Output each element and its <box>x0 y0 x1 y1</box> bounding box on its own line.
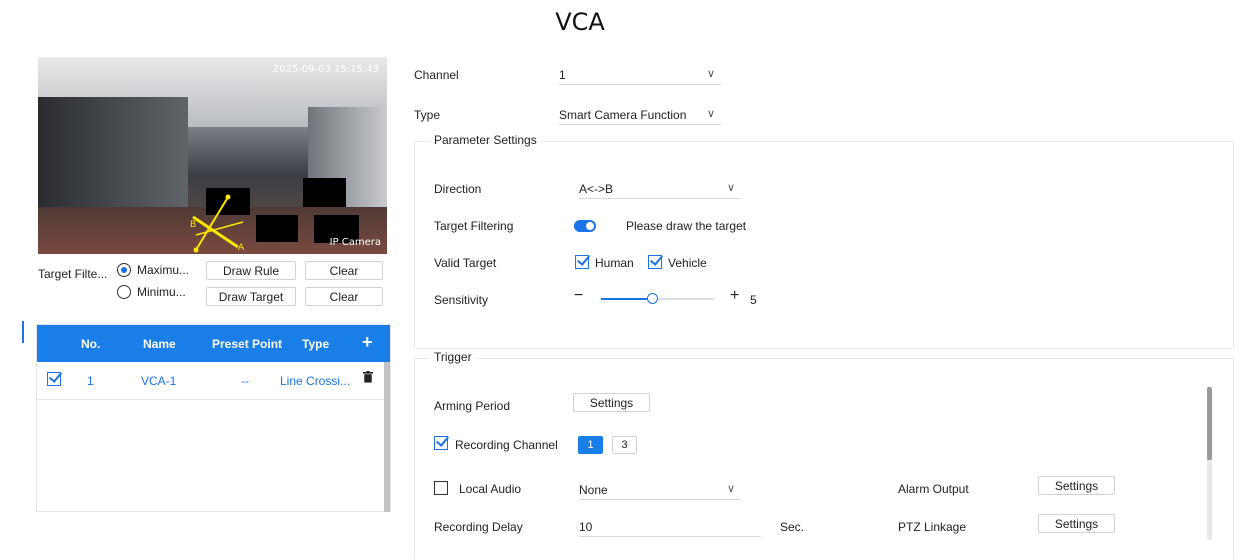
target-filter-label: Target Filte... <box>38 267 108 281</box>
target-filtering-toggle[interactable] <box>574 220 596 232</box>
channel-label: Channel <box>414 68 459 82</box>
draw-target-hint: Please draw the target <box>626 219 747 233</box>
table-header: No. Name Preset Point Type + <box>37 325 390 362</box>
plus-icon[interactable]: + <box>730 287 739 305</box>
vehicle-label: Vehicle <box>668 256 707 270</box>
clear-target-button[interactable]: Clear <box>305 287 383 306</box>
target-filtering-label: Target Filtering <box>434 219 514 233</box>
svg-text:A: A <box>238 243 245 253</box>
plus-icon[interactable]: + <box>362 332 373 353</box>
recording-delay-unit: Sec. <box>780 520 805 534</box>
row-checkbox[interactable] <box>47 372 61 386</box>
local-audio-select[interactable]: None ∨ <box>579 480 741 500</box>
vehicle-checkbox[interactable] <box>648 255 662 269</box>
column-header-type[interactable]: Type <box>302 337 329 351</box>
chevron-down-icon: ∨ <box>706 108 715 120</box>
trash-icon[interactable] <box>363 371 373 386</box>
type-label: Type <box>414 108 441 122</box>
chevron-down-icon: ∨ <box>726 182 735 194</box>
human-label: Human <box>595 256 634 270</box>
radio-label: Minimu... <box>137 285 186 299</box>
line-crossing-rule[interactable]: B A <box>38 57 387 254</box>
row-preset: -- <box>241 374 249 388</box>
channel-value: 1 <box>559 68 566 82</box>
trigger-scrollbar[interactable] <box>1207 387 1212 540</box>
draw-rule-button[interactable]: Draw Rule <box>206 261 296 280</box>
type-value: Smart Camera Function <box>559 108 687 122</box>
local-audio-value: None <box>579 483 608 497</box>
parameter-settings-legend: Parameter Settings <box>430 133 541 147</box>
chevron-down-icon: ∨ <box>706 68 715 80</box>
recording-delay-input[interactable]: 10 <box>579 517 761 537</box>
arming-period-settings-button[interactable]: Settings <box>573 393 650 412</box>
radio-button[interactable] <box>117 285 131 299</box>
scrollbar-thumb[interactable] <box>384 362 390 512</box>
draw-target-button[interactable]: Draw Target <box>206 287 296 306</box>
table-scrollbar[interactable] <box>384 362 390 512</box>
row-type: Line Crossi... <box>280 374 351 388</box>
radio-maximum[interactable]: Maximu... <box>117 263 189 277</box>
ptz-linkage-settings-button[interactable]: Settings <box>1038 514 1115 533</box>
rule-table: No. Name Preset Point Type + 1 VCA-1 -- … <box>36 324 391 512</box>
chevron-down-icon: ∨ <box>726 483 735 495</box>
local-audio-checkbox[interactable] <box>434 481 448 495</box>
recording-delay-value: 10 <box>579 520 593 534</box>
sensitivity-slider-fill <box>601 298 652 300</box>
recording-delay-label: Recording Delay <box>434 520 523 534</box>
section-marker <box>22 321 24 343</box>
type-select[interactable]: Smart Camera Function ∨ <box>559 105 721 125</box>
row-name: VCA-1 <box>141 374 177 388</box>
valid-target-label: Valid Target <box>434 256 497 270</box>
recording-channel-1[interactable]: 1 <box>578 436 603 454</box>
svg-text:B: B <box>190 220 196 230</box>
direction-select[interactable]: A<->B ∨ <box>579 179 741 199</box>
sensitivity-value: 5 <box>750 293 757 307</box>
alarm-output-settings-button[interactable]: Settings <box>1038 476 1115 495</box>
direction-label: Direction <box>434 182 482 196</box>
sensitivity-slider-knob[interactable] <box>647 293 658 304</box>
scrollbar-thumb[interactable] <box>1207 387 1212 460</box>
radio-button[interactable] <box>117 263 131 277</box>
clear-rule-button[interactable]: Clear <box>305 261 383 280</box>
channel-select[interactable]: 1 ∨ <box>559 65 721 85</box>
minus-icon[interactable]: − <box>574 287 583 305</box>
recording-channel-3[interactable]: 3 <box>612 436 637 454</box>
column-header-preset[interactable]: Preset Point <box>212 337 282 351</box>
recording-channel-checkbox[interactable] <box>434 436 448 450</box>
osd-timestamp: 2025-09-03 15:15:43 <box>272 64 379 75</box>
column-header-name[interactable]: Name <box>143 337 176 351</box>
direction-value: A<->B <box>579 182 614 196</box>
video-preview[interactable]: B A 2025-09-03 15:15:43 IP Camera <box>38 57 387 254</box>
page-title: VCA <box>555 8 605 36</box>
osd-camera-name: IP Camera <box>329 237 381 248</box>
recording-channel-label: Recording Channel <box>455 438 558 452</box>
local-audio-label: Local Audio <box>459 482 522 496</box>
row-no: 1 <box>87 374 94 388</box>
ptz-linkage-label: PTZ Linkage <box>898 520 967 534</box>
radio-minimum[interactable]: Minimu... <box>117 285 186 299</box>
radio-label: Maximu... <box>137 263 190 277</box>
alarm-output-label: Alarm Output <box>898 482 969 496</box>
human-checkbox[interactable] <box>575 255 589 269</box>
trigger-legend: Trigger <box>430 350 476 364</box>
sensitivity-label: Sensitivity <box>434 293 489 307</box>
arming-period-label: Arming Period <box>434 399 511 413</box>
table-row[interactable]: 1 VCA-1 -- Line Crossi... <box>37 362 390 400</box>
column-header-no[interactable]: No. <box>81 337 100 351</box>
parameter-settings-group <box>414 141 1234 349</box>
